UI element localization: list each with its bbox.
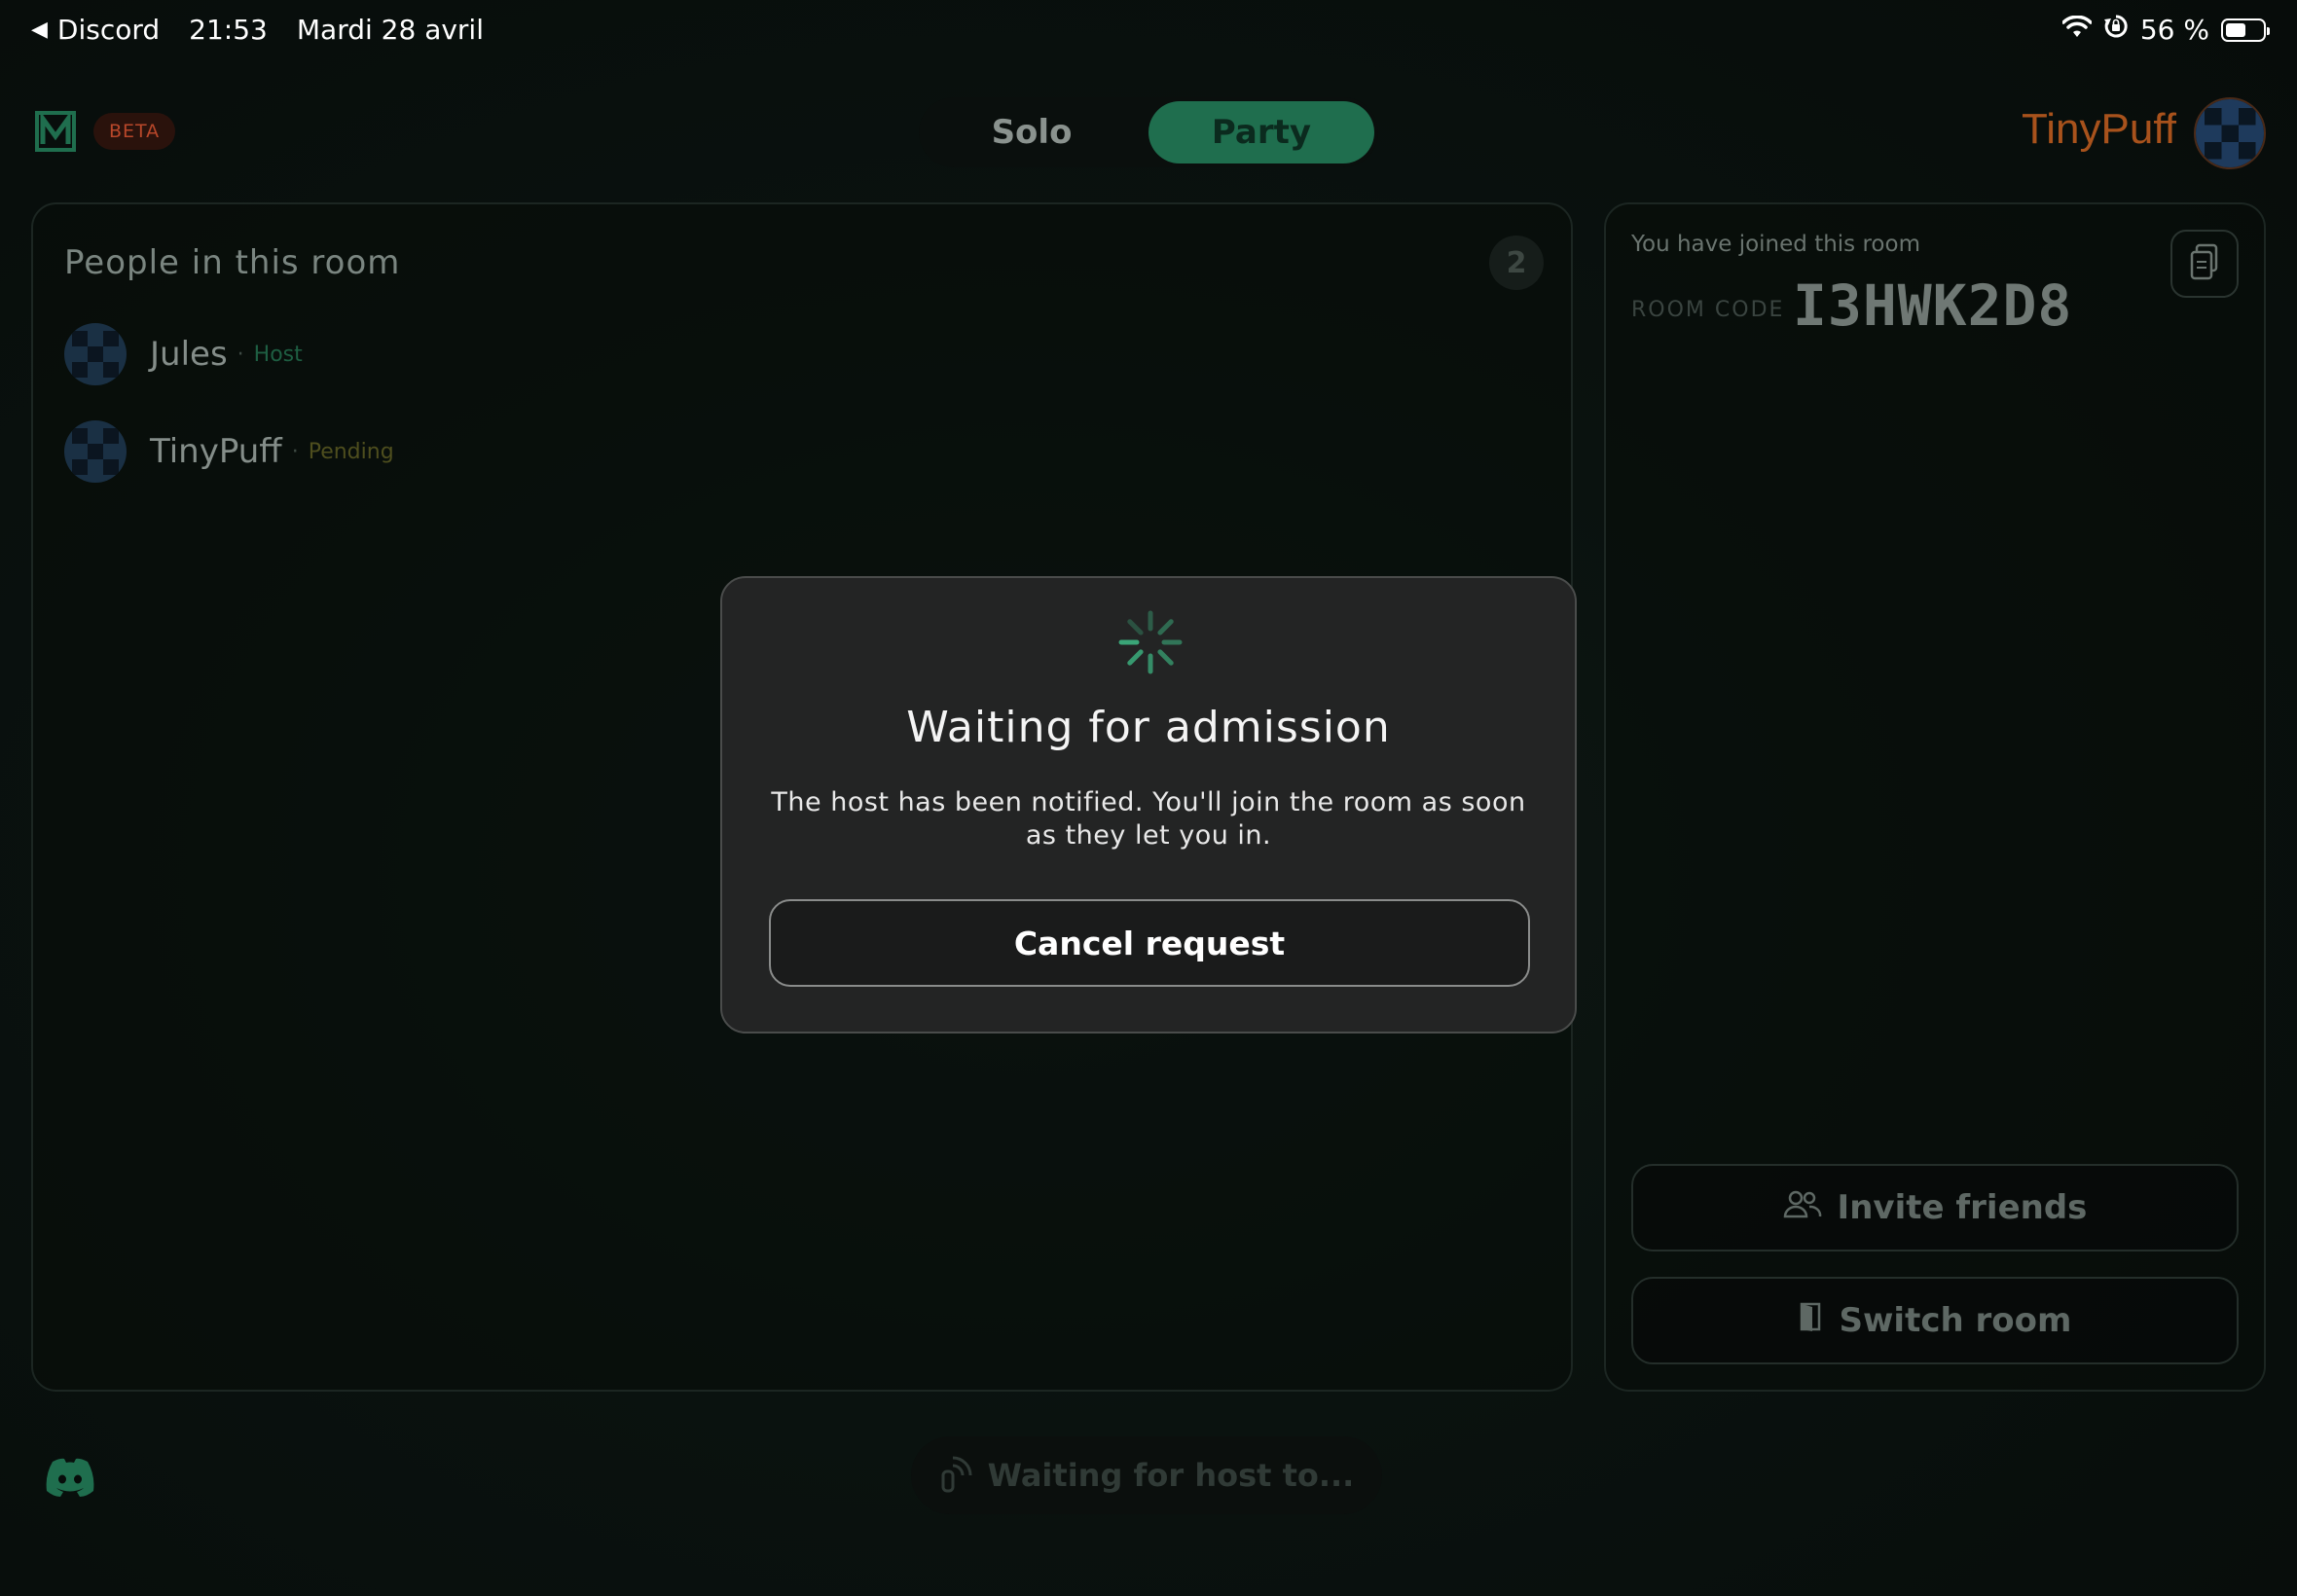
person-name: TinyPuff — [150, 432, 282, 471]
back-app-label[interactable]: Discord — [57, 14, 160, 46]
switch-room-label: Switch room — [1839, 1301, 2072, 1340]
spinner-icon — [1115, 607, 1185, 677]
waiting-host-label: Waiting for host to... — [987, 1457, 1355, 1494]
person-role: Host — [253, 342, 303, 367]
logo-icon[interactable] — [35, 111, 76, 152]
people-panel-title: People in this room — [64, 243, 401, 282]
room-code: I3HWK2D8 — [1793, 272, 2073, 339]
wifi-icon — [2061, 14, 2093, 46]
tab-party[interactable]: Party — [1148, 101, 1374, 163]
users-icon — [1783, 1188, 1822, 1227]
joined-text: You have joined this room — [1631, 232, 1920, 257]
tab-solo[interactable]: Solo — [919, 101, 1145, 163]
beta-badge: BETA — [93, 113, 176, 150]
dialog-title: Waiting for admission — [906, 703, 1391, 752]
admission-dialog: Waiting for admission The host has been … — [720, 576, 1577, 1034]
avatar — [64, 323, 127, 385]
spinner-tick — [1157, 619, 1174, 635]
person-role: Pending — [308, 439, 394, 464]
list-item[interactable]: Jules · Host — [64, 323, 303, 385]
avatar[interactable] — [2194, 97, 2266, 169]
battery-icon — [2221, 18, 2270, 42]
door-icon — [1799, 1301, 1824, 1341]
mode-switch: Solo Party — [919, 97, 1378, 167]
switch-room-button[interactable]: Switch room — [1631, 1277, 2239, 1364]
spinner-tick — [1127, 619, 1144, 635]
username[interactable]: TinyPuff — [2022, 105, 2176, 154]
status-bar: ◀ Discord 21:53 Mardi 28 avril 56 % — [0, 0, 2297, 62]
room-code-label: ROOM CODE — [1631, 298, 1785, 322]
back-arrow-icon[interactable]: ◀ — [31, 18, 48, 42]
invite-friends-label: Invite friends — [1837, 1188, 2088, 1227]
battery-percent: 56 % — [2139, 14, 2209, 46]
avatar — [64, 420, 127, 483]
discord-icon[interactable] — [43, 1456, 97, 1499]
copy-icon — [2187, 242, 2222, 285]
invite-friends-button[interactable]: Invite friends — [1631, 1164, 2239, 1251]
status-date: Mardi 28 avril — [296, 14, 484, 46]
list-item[interactable]: TinyPuff · Pending — [64, 420, 394, 483]
separator: · — [291, 439, 299, 464]
status-time: 21:53 — [189, 14, 268, 46]
person-name: Jules — [150, 335, 228, 374]
people-count-badge: 2 — [1489, 236, 1544, 290]
spinner-tick — [1127, 649, 1144, 666]
spinner-tick — [1157, 649, 1174, 666]
copy-code-button[interactable] — [2170, 230, 2239, 298]
room-panel: You have joined this room ROOM CODE I3HW… — [1604, 202, 2266, 1392]
broadcast-icon — [939, 1450, 974, 1501]
orientation-lock-icon — [2103, 14, 2129, 46]
dialog-body: The host has been notified. You'll join … — [771, 787, 1526, 851]
separator: · — [237, 342, 244, 367]
cancel-request-button[interactable]: Cancel request — [769, 899, 1530, 987]
waiting-host-button[interactable]: Waiting for host to... — [911, 1436, 1382, 1514]
